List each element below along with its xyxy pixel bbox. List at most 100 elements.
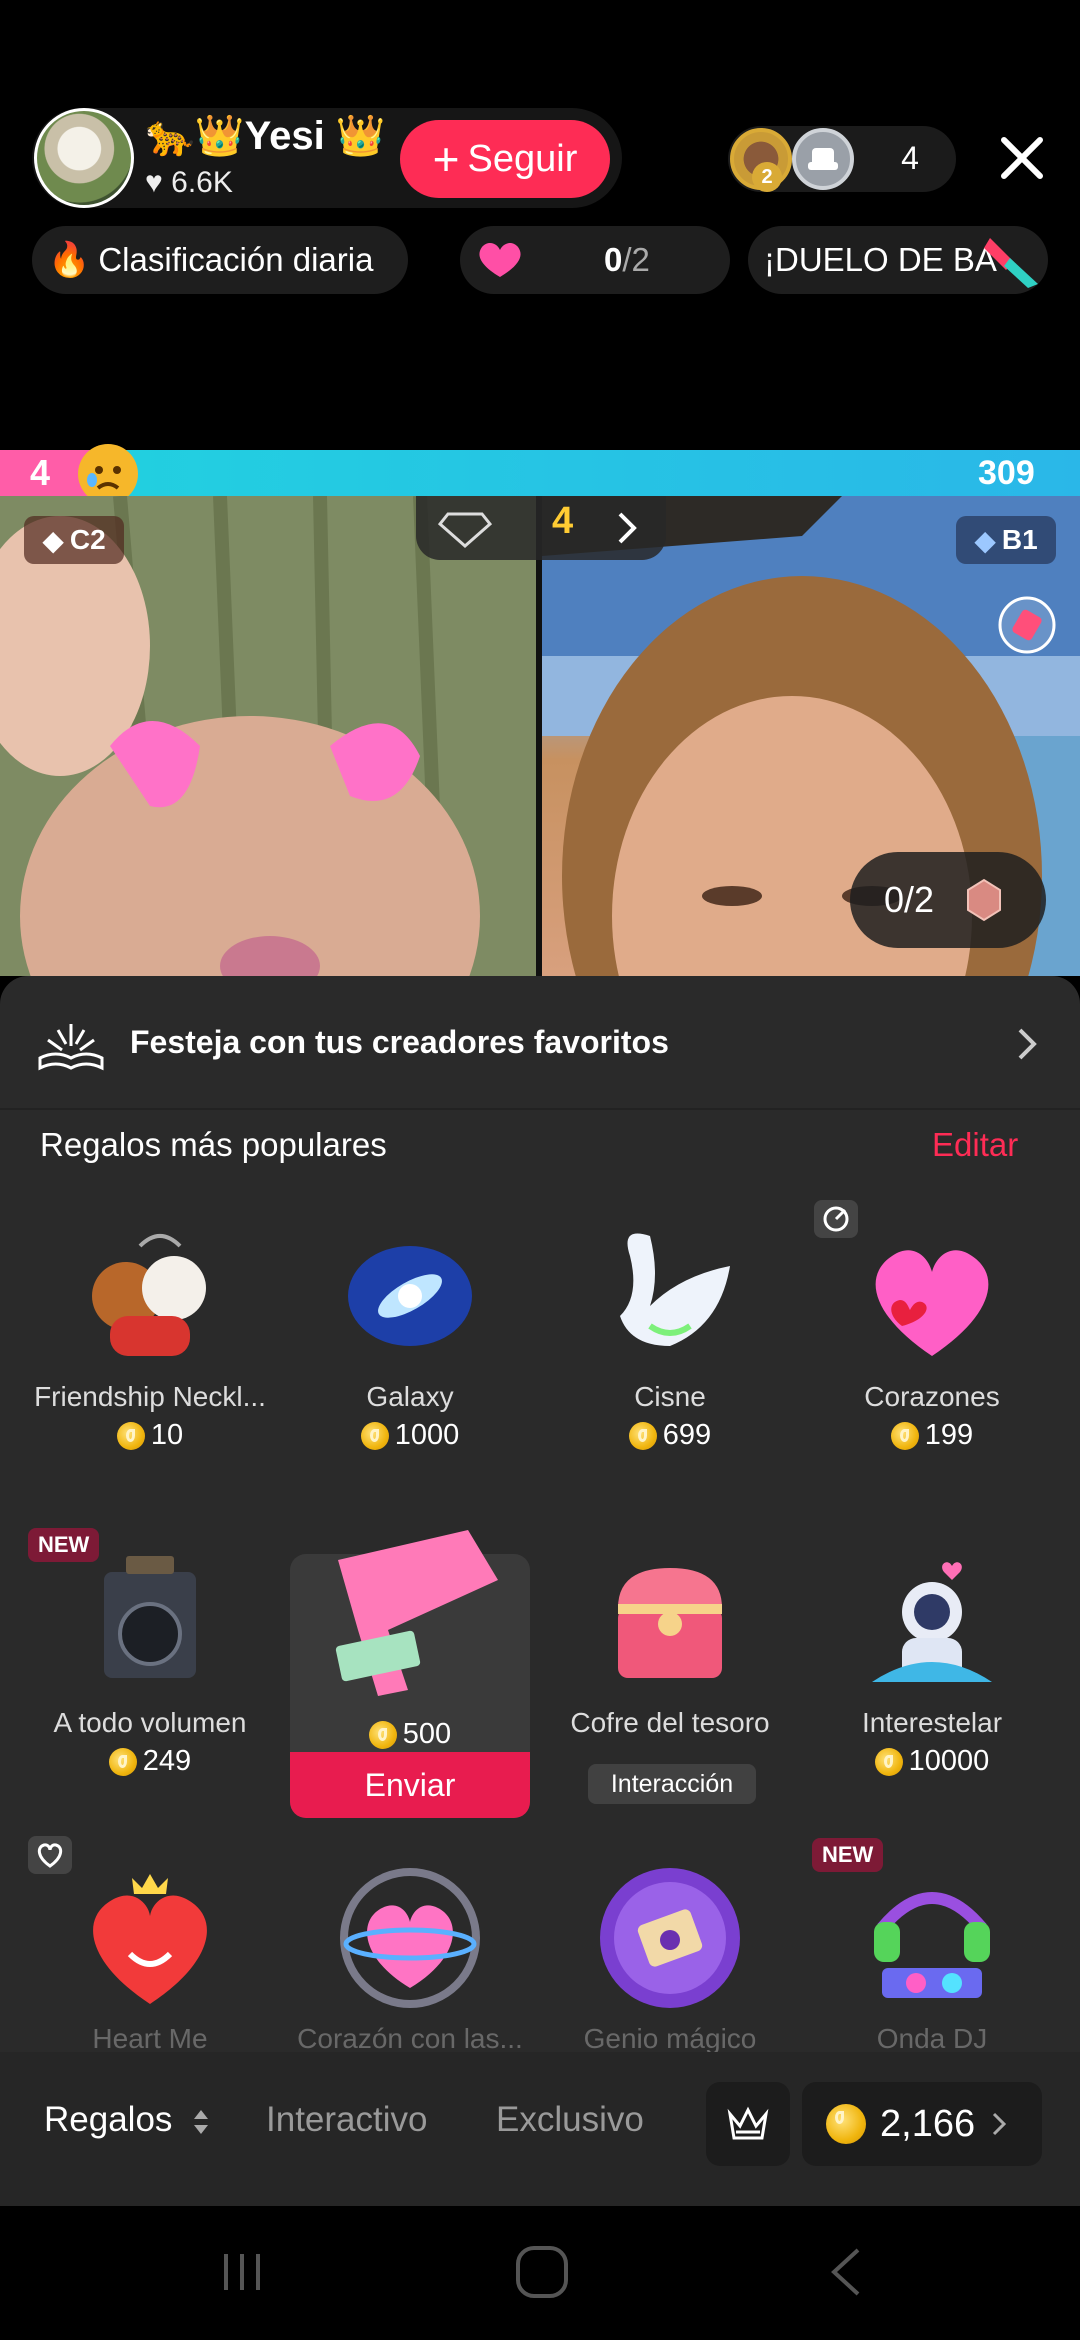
chevron-right-icon <box>1018 1028 1037 1060</box>
flame-icon: 🔥 <box>48 241 91 279</box>
swan-gift-icon <box>620 1233 730 1346</box>
gift-price: 10 <box>20 1419 280 1452</box>
gift-dj-wave[interactable]: Onda DJ <box>802 1858 1062 2055</box>
coin-icon <box>368 1720 397 1749</box>
gift-heart-me[interactable]: Heart Me <box>20 1858 280 2055</box>
diamond-icon: ◆ <box>42 524 64 556</box>
coin-icon <box>874 1747 903 1776</box>
diamond-icon: ◆ <box>974 524 996 556</box>
left-rank-badge[interactable]: ◆ C2 <box>24 516 124 564</box>
seat-icon <box>808 148 838 170</box>
tab-gifts-label: Regalos <box>44 2100 173 2139</box>
duel-label: ¡DUELO DE BA <box>764 241 997 278</box>
tab-interactive[interactable]: Interactivo <box>266 2100 427 2140</box>
gift-heart-with-hands[interactable]: Corazón con las... <box>280 1858 540 2055</box>
seat-viewer-avatar[interactable] <box>792 128 854 190</box>
speaker-gift-icon <box>104 1556 196 1678</box>
gift-name: Friendship Neckl... <box>34 1381 266 1412</box>
coin-icon <box>108 1747 137 1776</box>
celebrate-banner-text: Festeja con tus creadores favoritos <box>130 1024 669 1060</box>
gift-name: Corazón con las... <box>297 2023 523 2054</box>
galaxy-gift-icon <box>348 1246 472 1346</box>
goal-total: /2 <box>622 241 650 278</box>
duel-chip[interactable]: ¡DUELO DE BA <box>748 226 1048 294</box>
gift-swan[interactable]: Cisne 699 <box>540 1216 800 1452</box>
trophy-diamond-icon <box>438 512 492 548</box>
gift-price: 199 <box>802 1419 1062 1452</box>
home-icon[interactable] <box>514 2244 570 2300</box>
heart-hands-gift-icon <box>340 1868 480 2008</box>
left-rank-label: C2 <box>69 524 106 555</box>
banner-divider <box>0 1108 1080 1110</box>
gift-treasure-chest[interactable]: Cofre del tesoro <box>540 1542 800 1739</box>
gift-name: Genio mágico <box>583 2023 757 2054</box>
gift-name: Cofre del tesoro <box>570 1707 770 1738</box>
hearts-gift-icon <box>875 1250 989 1356</box>
chevron-right-icon <box>618 512 637 544</box>
coin-icon <box>360 1421 389 1450</box>
open-book-sparkle-icon <box>38 1024 104 1071</box>
gift-galaxy[interactable]: Galaxy 1000 <box>280 1216 540 1452</box>
gift-friendship-necklace[interactable]: Friendship Neckl... 10 <box>20 1216 280 1452</box>
gift-hearts[interactable]: Corazones 199 <box>802 1216 1062 1452</box>
left-host-scene <box>0 496 536 976</box>
gift-magic-genie[interactable]: Genio mágico <box>540 1858 800 2055</box>
hearts-gift-icon <box>479 243 521 277</box>
goal-chip[interactable]: 0/2 <box>460 226 730 294</box>
battle-score-bar <box>0 450 1080 496</box>
gift-price: 249 <box>20 1745 280 1778</box>
interaction-tag: Interacción <box>588 1764 756 1804</box>
viewer-rank-badge: 2 <box>752 162 782 192</box>
left-host-video[interactable] <box>0 496 536 976</box>
close-icon[interactable] <box>996 132 1048 184</box>
battle-booster-icon[interactable] <box>996 594 1058 656</box>
send-gift-button[interactable]: Enviar <box>290 1752 530 1818</box>
creator-likes: ♥ 6.6K <box>145 166 233 200</box>
popular-gifts-title: Regalos más populares <box>40 1126 387 1163</box>
tab-gifts[interactable]: Regalos <box>44 2100 212 2140</box>
creator-avatar[interactable] <box>34 108 134 208</box>
edit-link[interactable]: Editar <box>932 1126 1018 1164</box>
coin-balance-button[interactable]: 2,166 <box>802 2082 1042 2166</box>
coin-icon <box>826 2104 866 2144</box>
gem-icon <box>967 878 1002 922</box>
viewer-count[interactable]: 4 <box>880 140 940 177</box>
treasure-chest-icon <box>618 1568 722 1678</box>
sort-icon <box>194 2109 209 2134</box>
tab-exclusive[interactable]: Exclusivo <box>496 2100 644 2140</box>
right-team-score: 309 <box>978 454 1035 492</box>
subscription-crown-button[interactable] <box>706 2082 790 2166</box>
likes-count: 6.6K <box>171 166 233 199</box>
crown-icon <box>727 2106 769 2140</box>
chevron-right-icon <box>993 2112 1007 2136</box>
crystal-ball-gift-icon <box>600 1868 740 2008</box>
creator-name[interactable]: 🐆👑Yesi 👑 <box>145 112 386 159</box>
follow-label: Seguir <box>467 137 578 180</box>
back-icon[interactable] <box>824 2244 868 2300</box>
left-team-score: 4 <box>30 452 51 493</box>
heart-me-gift-icon <box>93 1874 207 2004</box>
gift-name: Onda DJ <box>876 2023 988 2054</box>
high-five-icon <box>984 238 1038 288</box>
money-gun-gift-icon <box>335 1530 498 1696</box>
coin-icon <box>116 1421 145 1450</box>
right-rank-label: B1 <box>1001 524 1038 555</box>
gift-name: Galaxy <box>366 1381 454 1412</box>
bears-gift-icon <box>92 1234 206 1356</box>
recent-apps-icon[interactable] <box>216 2246 268 2298</box>
ranking-label: Clasificación diaria <box>98 241 374 278</box>
right-rank-badge[interactable]: ◆ B1 <box>956 516 1056 564</box>
gift-price: 10000 <box>802 1745 1062 1778</box>
coin-balance: 2,166 <box>880 2102 976 2145</box>
follow-button[interactable]: + Seguir <box>400 120 610 198</box>
gift-full-volume[interactable]: A todo volumen 249 <box>20 1542 280 1778</box>
selected-gift-price: 500 <box>290 1718 530 1751</box>
daily-ranking-chip[interactable]: 🔥 Clasificación diaria <box>32 226 408 294</box>
gift-name: Cisne <box>634 1381 706 1412</box>
battle-goal-value: 0/2 <box>884 879 935 920</box>
heart-icon: ♥ <box>145 166 163 199</box>
battle-goal-counter[interactable]: 0/2 <box>850 852 1046 948</box>
battle-rank-tab[interactable] <box>416 496 666 560</box>
gift-interstellar[interactable]: Interestelar 10000 <box>802 1542 1062 1778</box>
gift-name: Interestelar <box>861 1707 1003 1738</box>
